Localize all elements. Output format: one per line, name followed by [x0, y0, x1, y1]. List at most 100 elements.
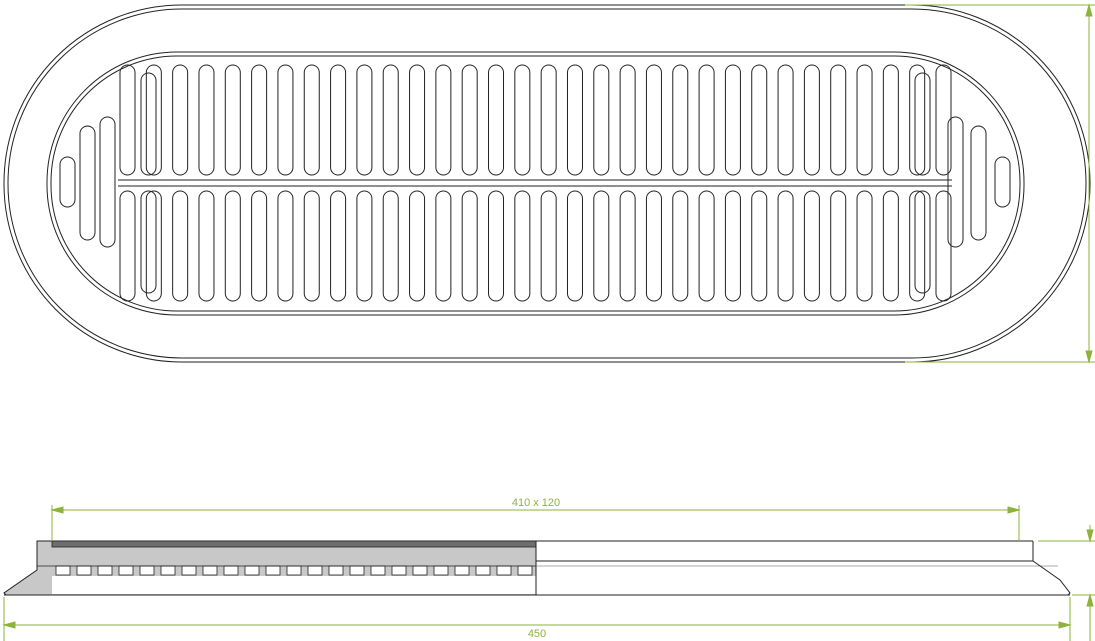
section-tooth-gap	[55, 565, 71, 576]
slot-top	[140, 72, 157, 176]
section-tooth-gap	[223, 565, 239, 576]
slot-bottom	[488, 190, 505, 302]
slot-bottom	[593, 190, 610, 302]
overall-length-label: 450	[528, 628, 546, 640]
slot-top	[645, 64, 662, 176]
slot-bottom	[909, 190, 926, 302]
section-top-strip	[51, 540, 537, 548]
slot-bottom	[935, 190, 952, 302]
slot-bottom	[830, 190, 847, 302]
section-tooth-gap	[412, 565, 428, 576]
section-tooth-gap	[97, 565, 113, 576]
slot-top	[914, 72, 931, 176]
slot-top	[672, 64, 689, 176]
section-tooth-gap	[454, 565, 470, 576]
slot-top	[198, 64, 215, 176]
slot-top	[145, 64, 162, 176]
grate-size-dimension: 410 x 120	[50, 497, 1021, 541]
slot-top	[277, 64, 294, 176]
overall-length-dimension: 450	[2, 597, 1072, 641]
grate-size-label: 410 x 120	[512, 497, 560, 509]
technical-drawing: 201 410 x 120 4	[2, 3, 1095, 641]
slot-top	[777, 64, 794, 176]
section-tooth-gap	[118, 565, 134, 576]
grate-inner-outline	[50, 55, 1021, 312]
slot-group	[59, 64, 1011, 302]
slot-bottom	[777, 190, 794, 302]
section-tooth-gap	[496, 565, 512, 576]
section-cavity	[52, 576, 536, 594]
slot-top	[303, 64, 320, 176]
section-tooth-gap	[517, 565, 533, 576]
slot-bottom	[356, 190, 373, 302]
slot-bottom	[619, 190, 636, 302]
slot-top	[540, 64, 557, 176]
slot-top	[803, 64, 820, 176]
slot-bottom	[856, 190, 873, 302]
slot-top	[461, 64, 478, 176]
slot-top	[514, 64, 531, 176]
slot-bottom	[251, 190, 268, 302]
slot-top	[172, 64, 189, 176]
outer-frame-inner-outline	[7, 8, 1087, 359]
top-view-grate	[3, 4, 1091, 363]
slot-top	[593, 64, 610, 176]
slot-bottom	[224, 190, 241, 302]
section-tooth-gap	[76, 565, 92, 576]
outer-frame-outline	[3, 4, 1091, 363]
slot-bottom	[540, 190, 557, 302]
section-tooth-gap	[475, 565, 491, 576]
slot-bottom	[409, 190, 426, 302]
slot-top	[698, 64, 715, 176]
section-tooth-gap	[349, 565, 365, 576]
slot-top	[251, 64, 268, 176]
slot-bottom	[140, 190, 157, 294]
slot-top	[724, 64, 741, 176]
slot-top	[566, 64, 583, 176]
section-tooth-gap	[370, 565, 386, 576]
slot-bottom	[461, 190, 478, 302]
section-tooth-gap	[328, 565, 344, 576]
section-tooth-gap	[181, 565, 197, 576]
slot-bottom	[882, 190, 899, 302]
section-tooth-gap	[391, 565, 407, 576]
slot-bottom	[303, 190, 320, 302]
slot-top	[224, 64, 241, 176]
slot-bottom	[277, 190, 294, 302]
slot-bottom	[566, 190, 583, 302]
slot-top	[751, 64, 768, 176]
slot-bottom	[672, 190, 689, 302]
section-tooth-gap	[433, 565, 449, 576]
end-slot	[59, 156, 76, 208]
slot-bottom	[698, 190, 715, 302]
end-slot	[994, 156, 1011, 208]
slot-bottom	[914, 190, 931, 294]
end-slot	[99, 116, 116, 248]
section-tooth-gap	[160, 565, 176, 576]
side-view-section	[3, 540, 1071, 596]
end-slot	[970, 125, 987, 241]
end-slot	[79, 125, 96, 241]
slot-bottom	[724, 190, 741, 302]
slot-top	[909, 64, 926, 176]
slot-bottom	[198, 190, 215, 302]
slot-top	[619, 64, 636, 176]
slot-bottom	[803, 190, 820, 302]
slot-top	[935, 64, 952, 176]
slot-top	[330, 64, 347, 176]
slot-bottom	[172, 190, 189, 302]
slot-top	[830, 64, 847, 176]
section-tooth-gap	[265, 565, 281, 576]
side-exterior	[535, 540, 1071, 596]
slot-bottom	[330, 190, 347, 302]
slot-top	[382, 64, 399, 176]
end-slot	[947, 116, 964, 248]
slot-bottom	[382, 190, 399, 302]
slot-top	[856, 64, 873, 176]
slot-bottom	[145, 190, 162, 302]
slot-bottom	[119, 190, 136, 302]
section-tooth-gap	[286, 565, 302, 576]
slot-bottom	[514, 190, 531, 302]
slot-top	[119, 64, 136, 176]
section-tooth-gap	[307, 565, 323, 576]
